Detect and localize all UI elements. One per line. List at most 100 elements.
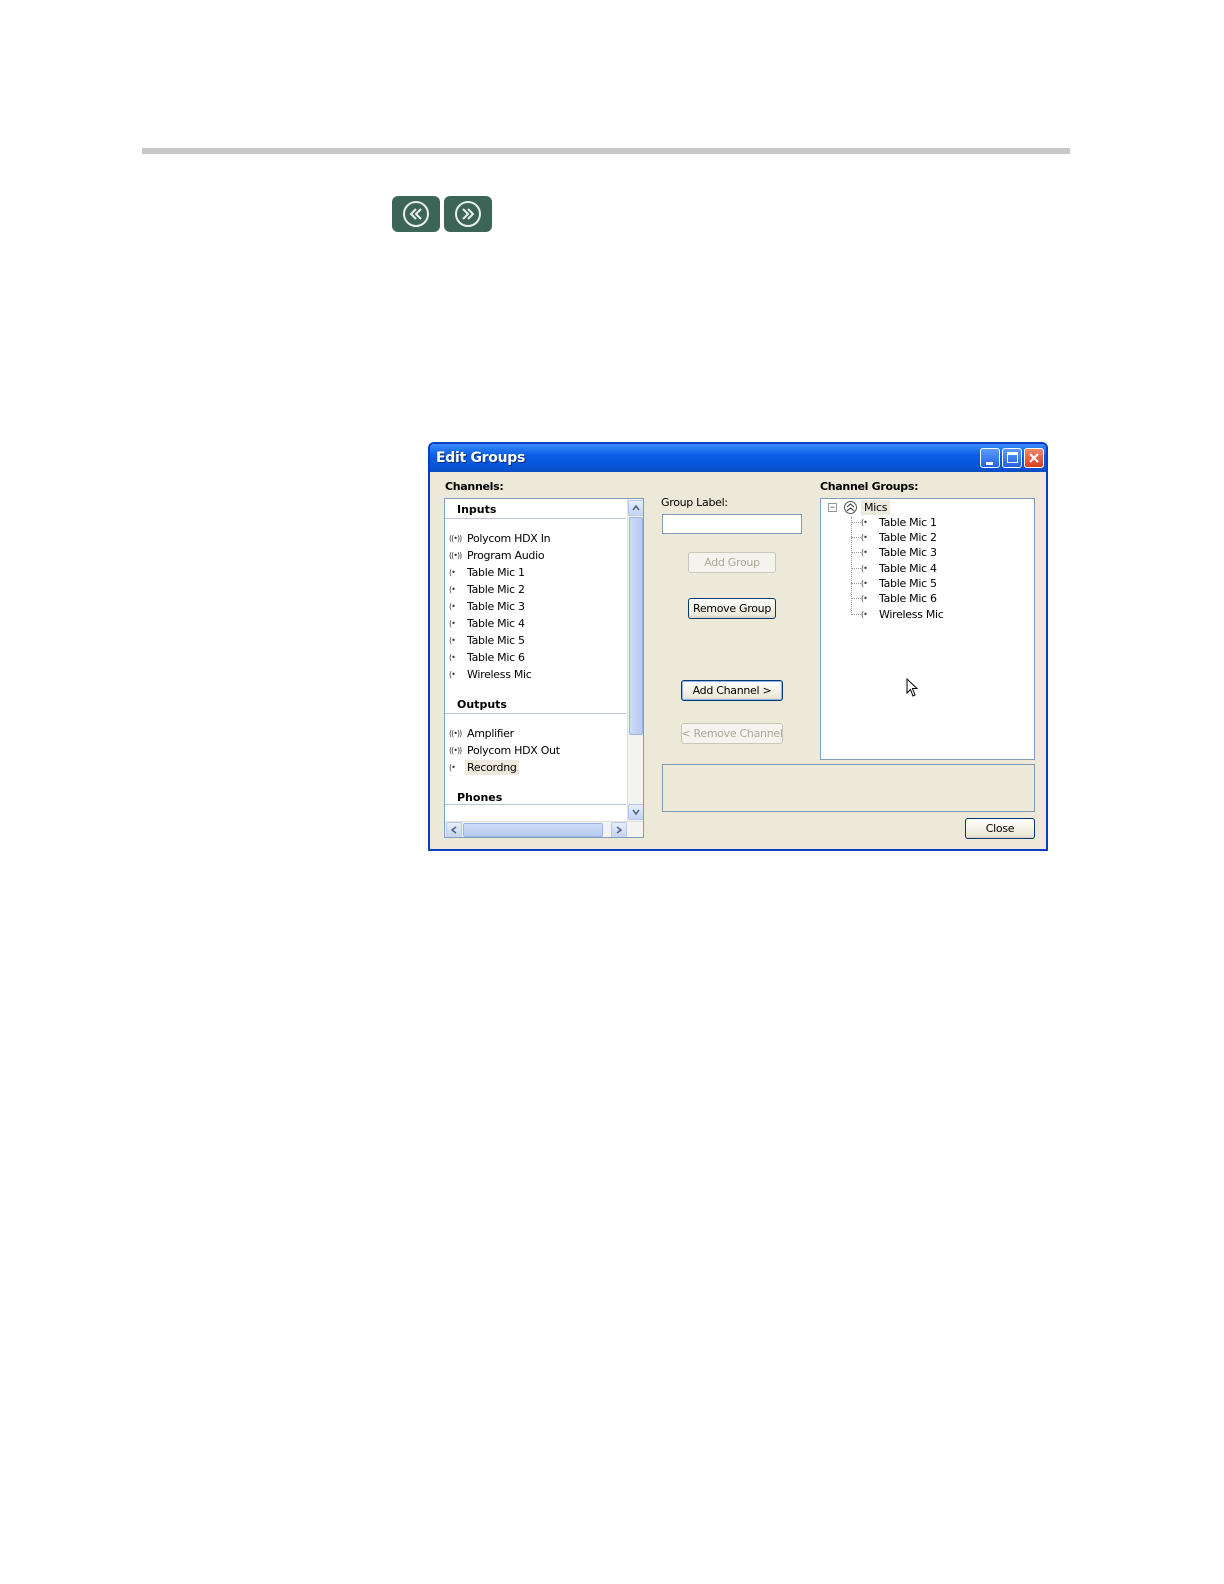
section-heading-phones: Phones <box>457 791 503 804</box>
list-item-selected[interactable]: (• Recordng <box>449 759 519 776</box>
scroll-up-button[interactable] <box>628 500 643 516</box>
list-item[interactable]: (• Table Mic 6 <box>449 649 527 666</box>
chevron-down-icon <box>632 809 640 815</box>
list-item-label: Polycom HDX Out <box>467 744 560 757</box>
double-chevron-left-icon <box>403 201 429 227</box>
stereo-channel-icon: ((•)) <box>449 534 462 543</box>
edit-groups-dialog: Edit Groups Channels: Inputs ((•)) Polyc… <box>428 442 1048 851</box>
chevron-right-icon <box>616 826 622 834</box>
mono-channel-icon: (• <box>861 533 868 542</box>
tree-item-label: Table Mic 4 <box>879 562 937 575</box>
list-item-label: Table Mic 4 <box>467 617 525 630</box>
scroll-right-button[interactable] <box>611 822 627 837</box>
group-label-input[interactable] <box>662 514 802 534</box>
channel-groups-tree[interactable]: − Mics (• Table Mic 1 (• Table Mic 2 (• … <box>820 498 1035 760</box>
list-item[interactable]: ((•)) Program Audio <box>449 547 546 564</box>
stereo-channel-icon: ((•)) <box>449 551 462 560</box>
list-item-label: Table Mic 3 <box>467 600 525 613</box>
tree-item[interactable]: (• Table Mic 6 <box>851 591 937 606</box>
list-item-label: Polycom HDX In <box>467 532 551 545</box>
list-item-label: Wireless Mic <box>467 668 532 681</box>
previous-page-button[interactable] <box>392 196 440 232</box>
mono-channel-icon: (• <box>861 518 868 527</box>
window-close-button[interactable] <box>1024 448 1044 468</box>
next-page-button[interactable] <box>444 196 492 232</box>
collapse-toggle[interactable]: − <box>828 503 837 512</box>
list-item[interactable]: (• Table Mic 3 <box>449 598 527 615</box>
section-divider <box>445 804 626 805</box>
mono-channel-icon: (• <box>861 548 868 557</box>
list-item[interactable]: ((•)) Polycom HDX Out <box>449 742 562 759</box>
tree-item[interactable]: (• Table Mic 5 <box>851 576 937 591</box>
tree-item[interactable]: (• Wireless Mic <box>851 607 944 622</box>
tree-item[interactable]: (• Table Mic 3 <box>851 545 937 560</box>
section-heading-inputs: Inputs <box>457 503 497 516</box>
mouse-pointer-icon <box>906 678 919 697</box>
remove-group-button[interactable]: Remove Group <box>688 598 776 619</box>
scroll-left-button[interactable] <box>446 822 462 837</box>
list-item-label: Recordng <box>465 760 519 775</box>
tree-group-mics[interactable]: Mics <box>861 500 891 515</box>
mono-channel-icon: (• <box>861 579 868 588</box>
list-item-label: Table Mic 5 <box>467 634 525 647</box>
tree-item-label: Wireless Mic <box>879 608 944 621</box>
tree-item-label: Table Mic 1 <box>879 516 937 529</box>
channels-list[interactable]: Inputs ((•)) Polycom HDX In ((•)) Progra… <box>444 498 644 838</box>
window-title: Edit Groups <box>436 450 525 466</box>
section-divider <box>445 713 626 714</box>
chevron-left-icon <box>451 826 457 834</box>
add-group-button[interactable]: Add Group <box>688 552 776 573</box>
list-item-label: Amplifier <box>467 727 514 740</box>
list-item-label: Table Mic 6 <box>467 651 525 664</box>
tree-item-label: Table Mic 6 <box>879 592 937 605</box>
mono-channel-icon: (• <box>449 619 456 628</box>
tree-item[interactable]: (• Table Mic 1 <box>851 515 937 530</box>
info-panel <box>662 764 1035 812</box>
title-bar[interactable]: Edit Groups <box>430 444 1046 472</box>
close-button[interactable]: Close <box>965 818 1035 839</box>
mono-channel-icon: (• <box>861 594 868 603</box>
horizontal-scrollbar[interactable] <box>445 821 643 837</box>
tree-item-label: Table Mic 5 <box>879 577 937 590</box>
list-item[interactable]: (• Table Mic 1 <box>449 564 527 581</box>
maximize-button[interactable] <box>1002 448 1022 468</box>
tree-item-label: Table Mic 2 <box>879 531 937 544</box>
mono-channel-icon: (• <box>449 763 456 772</box>
minimize-button[interactable] <box>980 448 1000 468</box>
section-divider <box>445 518 626 519</box>
stereo-channel-icon: ((•)) <box>449 746 462 755</box>
scroll-thumb[interactable] <box>629 517 643 735</box>
double-chevron-right-icon <box>455 201 481 227</box>
mono-channel-icon: (• <box>861 564 868 573</box>
tree-item[interactable]: (• Table Mic 2 <box>851 530 937 545</box>
mono-channel-icon: (• <box>449 636 456 645</box>
tree-item-label: Table Mic 3 <box>879 546 937 559</box>
mono-channel-icon: (• <box>449 585 456 594</box>
list-item[interactable]: (• Table Mic 5 <box>449 632 527 649</box>
group-icon <box>844 501 857 514</box>
scroll-down-button[interactable] <box>628 804 643 820</box>
list-item[interactable]: ((•)) Polycom HDX In <box>449 530 552 547</box>
remove-channel-button[interactable]: < Remove Channel <box>681 723 783 744</box>
minimize-icon <box>986 462 993 465</box>
list-item[interactable]: (• Wireless Mic <box>449 666 534 683</box>
stereo-channel-icon: ((•)) <box>449 729 462 738</box>
add-channel-button[interactable]: Add Channel > <box>681 680 783 701</box>
list-item[interactable]: (• Table Mic 2 <box>449 581 527 598</box>
vertical-scrollbar[interactable] <box>627 499 643 821</box>
chevron-up-icon <box>632 505 640 511</box>
tree-item[interactable]: (• Table Mic 4 <box>851 561 937 576</box>
mono-channel-icon: (• <box>449 670 456 679</box>
close-icon <box>1029 453 1039 463</box>
list-item[interactable]: (• Table Mic 4 <box>449 615 527 632</box>
section-heading-outputs: Outputs <box>457 698 507 711</box>
mono-channel-icon: (• <box>449 653 456 662</box>
mono-channel-icon: (• <box>449 568 456 577</box>
list-item-label: Program Audio <box>467 549 545 562</box>
page-header-rule <box>142 148 1070 154</box>
list-item[interactable]: ((•)) Amplifier <box>449 725 516 742</box>
maximize-icon <box>1007 452 1018 463</box>
horizontal-scroll-thumb[interactable] <box>463 823 603 837</box>
list-item-label: Table Mic 1 <box>467 566 525 579</box>
list-item-label: Table Mic 2 <box>467 583 525 596</box>
